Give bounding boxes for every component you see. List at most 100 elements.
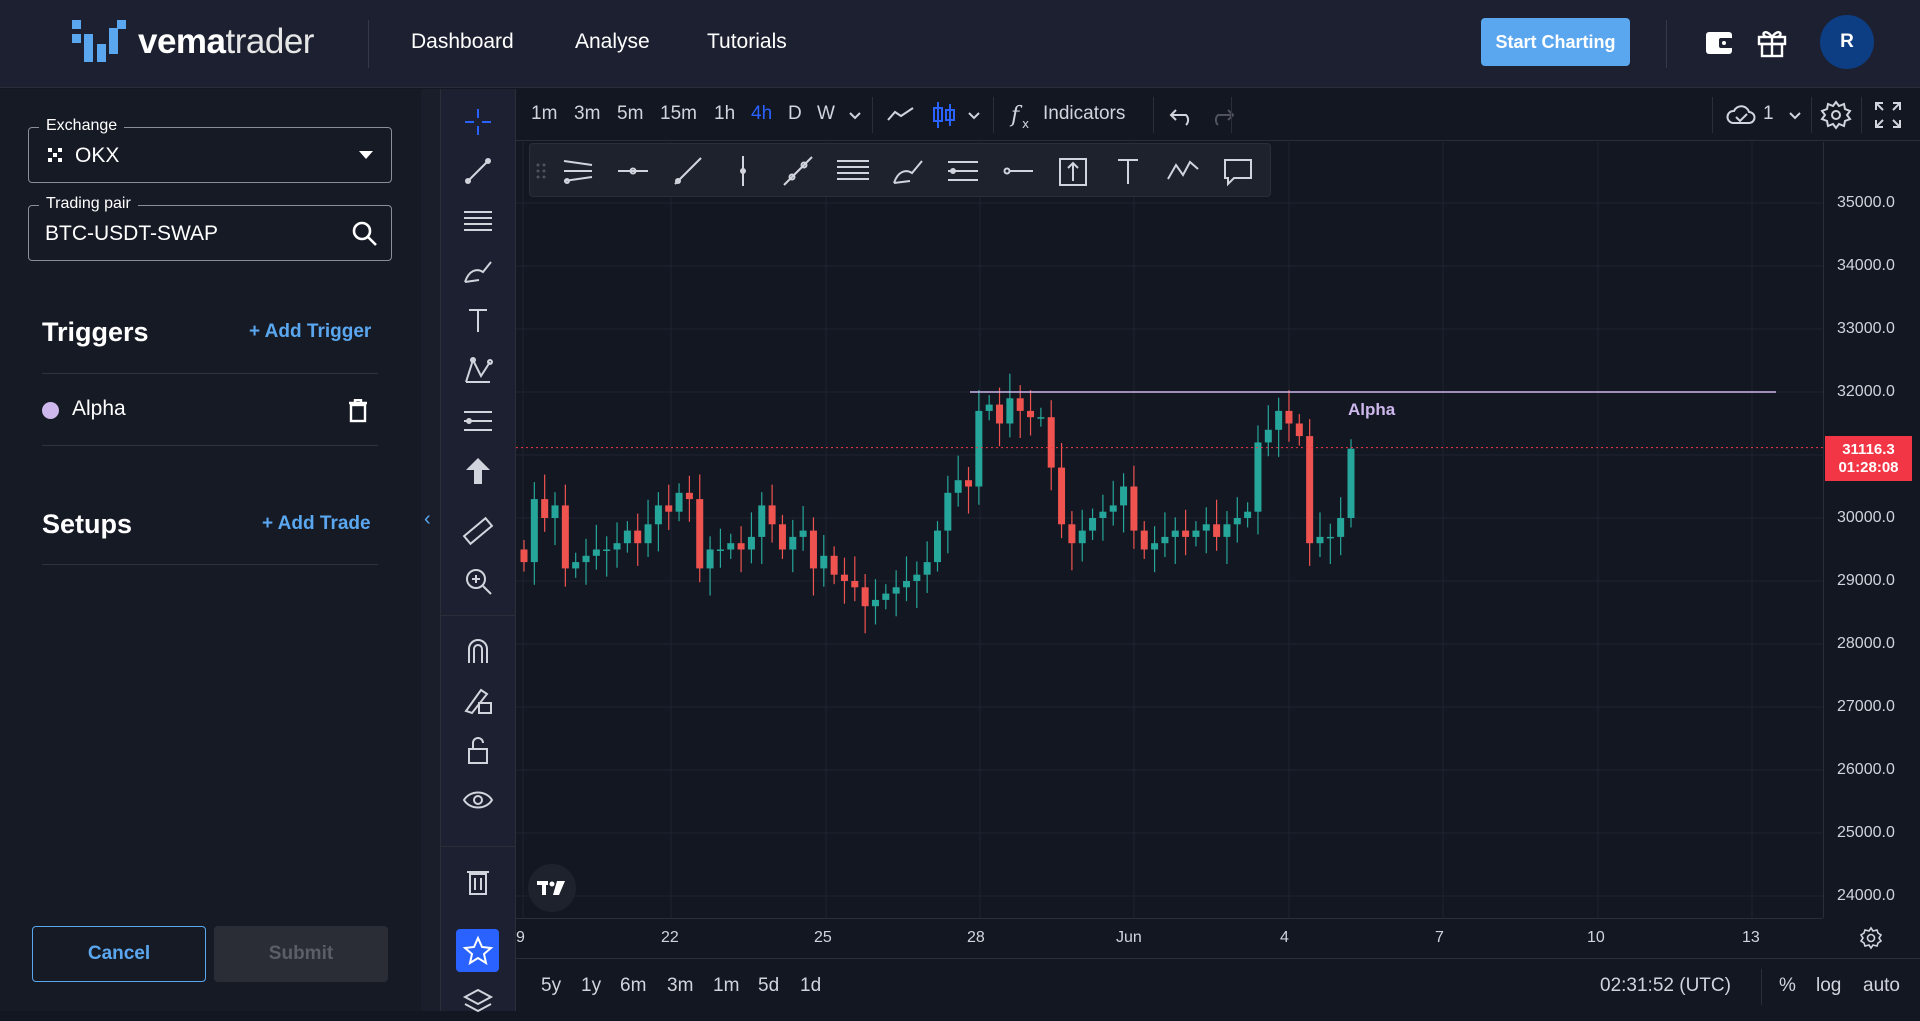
ruler-icon[interactable] [455, 510, 501, 552]
candle-body [902, 581, 910, 588]
range-1m[interactable]: 1m [713, 975, 739, 997]
favorites-star-icon[interactable] [456, 929, 499, 972]
start-charting-button[interactable]: Start Charting [1481, 18, 1630, 66]
nav-dashboard[interactable]: Dashboard [411, 30, 514, 54]
range-5y[interactable]: 5y [541, 975, 561, 997]
timeframe-4h[interactable]: 4h [751, 103, 772, 125]
drawing-toolbar [441, 89, 516, 1013]
lock-drawing-icon[interactable] [455, 679, 501, 721]
indicators-fx-icon[interactable]: fx [1006, 98, 1040, 132]
prediction-icon[interactable] [455, 400, 501, 442]
parallel-channel-icon[interactable] [835, 153, 871, 189]
user-avatar[interactable]: R [1820, 15, 1874, 69]
candle-body [954, 480, 962, 493]
unlock-icon[interactable] [455, 729, 501, 771]
exchange-value: OKX [75, 144, 120, 167]
tradingview-logo-icon[interactable] [528, 864, 576, 912]
nav-tutorials[interactable]: Tutorials [707, 30, 787, 54]
utc-clock[interactable]: 02:31:52 (UTC) [1600, 975, 1731, 997]
auto-scale-toggle[interactable]: auto [1863, 975, 1900, 997]
trend-line-icon[interactable] [455, 150, 501, 192]
crosshair-icon[interactable] [455, 101, 501, 143]
range-6m[interactable]: 6m [620, 975, 646, 997]
log-scale-toggle[interactable]: log [1816, 975, 1841, 997]
price-range-icon[interactable] [1055, 153, 1091, 189]
fib-lines-icon[interactable] [455, 200, 501, 242]
curve-brush-icon[interactable] [890, 153, 926, 189]
horizontal-line-icon[interactable] [1000, 153, 1036, 189]
line-chart-icon[interactable] [884, 98, 918, 132]
brand-name: vematrader [138, 22, 314, 61]
callout-comment-icon[interactable] [1220, 153, 1256, 189]
gift-icon[interactable] [1754, 24, 1790, 60]
candlestick-chart[interactable]: Alpha [516, 142, 1823, 918]
time-axis[interactable] [516, 918, 1823, 958]
trash-icon[interactable] [347, 399, 369, 423]
zoom-in-icon[interactable] [455, 560, 501, 602]
timeframe-1h[interactable]: 1h [714, 103, 735, 125]
magnet-icon[interactable] [455, 629, 501, 671]
arrow-up-icon[interactable] [455, 450, 501, 492]
trigger-item[interactable]: Alpha [42, 392, 378, 428]
eye-icon[interactable] [455, 779, 501, 821]
brand-logo[interactable]: vematrader [72, 18, 314, 66]
time-tick-label: 13 [1742, 929, 1760, 946]
pattern-icon[interactable] [455, 350, 501, 392]
wallet-icon[interactable] [1702, 24, 1738, 60]
drag-handle-icon[interactable] [532, 153, 550, 189]
candle-body [623, 530, 631, 544]
cloud-dropdown-chevron-icon[interactable] [1786, 98, 1804, 132]
settings-gear-icon[interactable] [1819, 98, 1853, 132]
elliott-wave-icon[interactable] [1165, 153, 1201, 189]
percent-scale-toggle[interactable]: % [1779, 975, 1796, 997]
timeframe-d[interactable]: D [788, 103, 802, 125]
candle-body [1202, 524, 1210, 531]
ray-icon[interactable] [670, 153, 706, 189]
trading-pair-field[interactable]: Trading pair BTC-USDT-SWAP [28, 195, 392, 261]
brush-icon[interactable] [455, 250, 501, 292]
timeframe-5m[interactable]: 5m [617, 103, 643, 125]
layers-icon[interactable] [455, 979, 501, 1021]
timeframe-15m[interactable]: 15m [660, 103, 697, 125]
add-trigger-link[interactable]: + Add Trigger [249, 321, 371, 343]
candle-body [1326, 536, 1334, 539]
indicators-button[interactable]: Indicators [1043, 103, 1125, 125]
collapse-panel-chevron-icon[interactable]: ‹ [424, 508, 431, 531]
timeframe-dropdown-chevron-icon[interactable] [846, 98, 864, 132]
fib-retracement-icon[interactable] [945, 153, 981, 189]
candle-body [716, 549, 724, 551]
search-icon[interactable] [351, 220, 379, 248]
axis-settings-gear-icon[interactable] [1858, 925, 1884, 951]
regression-trend-icon[interactable] [560, 153, 596, 189]
extended-line-icon[interactable] [780, 153, 816, 189]
candle-body [613, 543, 621, 550]
cloud-save-icon[interactable] [1724, 98, 1758, 132]
text-tool-icon[interactable] [455, 300, 501, 342]
redo-icon[interactable] [1204, 98, 1238, 132]
undo-icon[interactable] [1166, 98, 1200, 132]
range-3m[interactable]: 3m [667, 975, 693, 997]
price-tick-label: 28000.0 [1837, 635, 1895, 652]
range-1d[interactable]: 1d [800, 975, 821, 997]
range-5d[interactable]: 5d [758, 975, 779, 997]
nav-analyse[interactable]: Analyse [575, 30, 650, 54]
toolbar-divider [1811, 97, 1812, 133]
horizontal-ray-icon[interactable] [615, 153, 651, 189]
delete-drawings-icon[interactable] [455, 860, 501, 902]
chart-type-dropdown-chevron-icon[interactable] [965, 98, 983, 132]
range-1y[interactable]: 1y [581, 975, 601, 997]
text-icon[interactable] [1110, 153, 1146, 189]
candle-body [934, 530, 941, 563]
timeframe-1m[interactable]: 1m [531, 103, 557, 125]
candle-body [1254, 442, 1262, 512]
candlestick-chart-icon[interactable] [927, 98, 961, 132]
cancel-button[interactable]: Cancel [32, 926, 206, 982]
candle-body [1285, 410, 1293, 424]
timeframe-3m[interactable]: 3m [574, 103, 600, 125]
time-tick-label: 9 [516, 929, 525, 946]
add-trade-link[interactable]: + Add Trade [262, 513, 371, 535]
fullscreen-icon[interactable] [1871, 98, 1905, 132]
exchange-select[interactable]: Exchange OKX [28, 117, 392, 183]
timeframe-w[interactable]: W [817, 103, 835, 125]
vertical-line-icon[interactable] [725, 153, 761, 189]
